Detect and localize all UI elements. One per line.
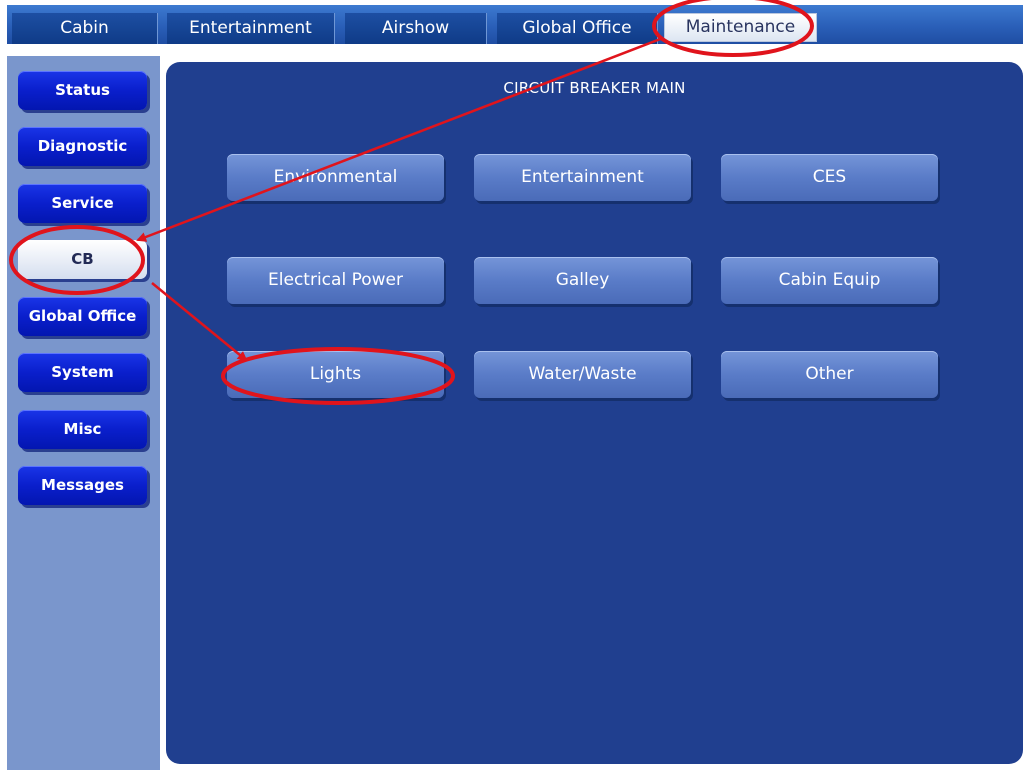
tab-cabin[interactable]: Cabin [12, 13, 158, 44]
tab-maintenance[interactable]: Maintenance [664, 13, 817, 42]
tab-entertainment[interactable]: Entertainment [167, 13, 335, 44]
cb-water-waste-button[interactable]: Water/Waste [474, 351, 691, 398]
main-panel: CIRCUIT BREAKER MAIN Environmental Enter… [166, 62, 1023, 764]
sidebar-item-service[interactable]: Service [18, 184, 147, 223]
sidebar-item-cb[interactable]: CB [18, 240, 147, 279]
app-window: Cabin Entertainment Airshow Global Offic… [0, 0, 1027, 773]
cb-galley-button[interactable]: Galley [474, 257, 691, 304]
page-title: CIRCUIT BREAKER MAIN [503, 79, 686, 97]
sidebar-item-global-office[interactable]: Global Office [18, 297, 147, 336]
cb-lights-button[interactable]: Lights [227, 351, 444, 398]
cb-entertainment-button[interactable]: Entertainment [474, 154, 691, 201]
tab-airshow[interactable]: Airshow [345, 13, 487, 44]
cb-environmental-button[interactable]: Environmental [227, 154, 444, 201]
cb-electrical-power-button[interactable]: Electrical Power [227, 257, 444, 304]
sidebar-item-messages[interactable]: Messages [18, 466, 147, 505]
sidebar-item-misc[interactable]: Misc [18, 410, 147, 449]
cb-ces-button[interactable]: CES [721, 154, 938, 201]
top-tab-bar: Cabin Entertainment Airshow Global Offic… [7, 5, 1023, 44]
sidebar: Status Diagnostic Service CB Global Offi… [7, 56, 160, 770]
cb-other-button[interactable]: Other [721, 351, 938, 398]
sidebar-item-system[interactable]: System [18, 353, 147, 392]
sidebar-item-diagnostic[interactable]: Diagnostic [18, 127, 147, 166]
cb-cabin-equip-button[interactable]: Cabin Equip [721, 257, 938, 304]
sidebar-item-status[interactable]: Status [18, 71, 147, 110]
tab-global-office[interactable]: Global Office [497, 13, 658, 44]
